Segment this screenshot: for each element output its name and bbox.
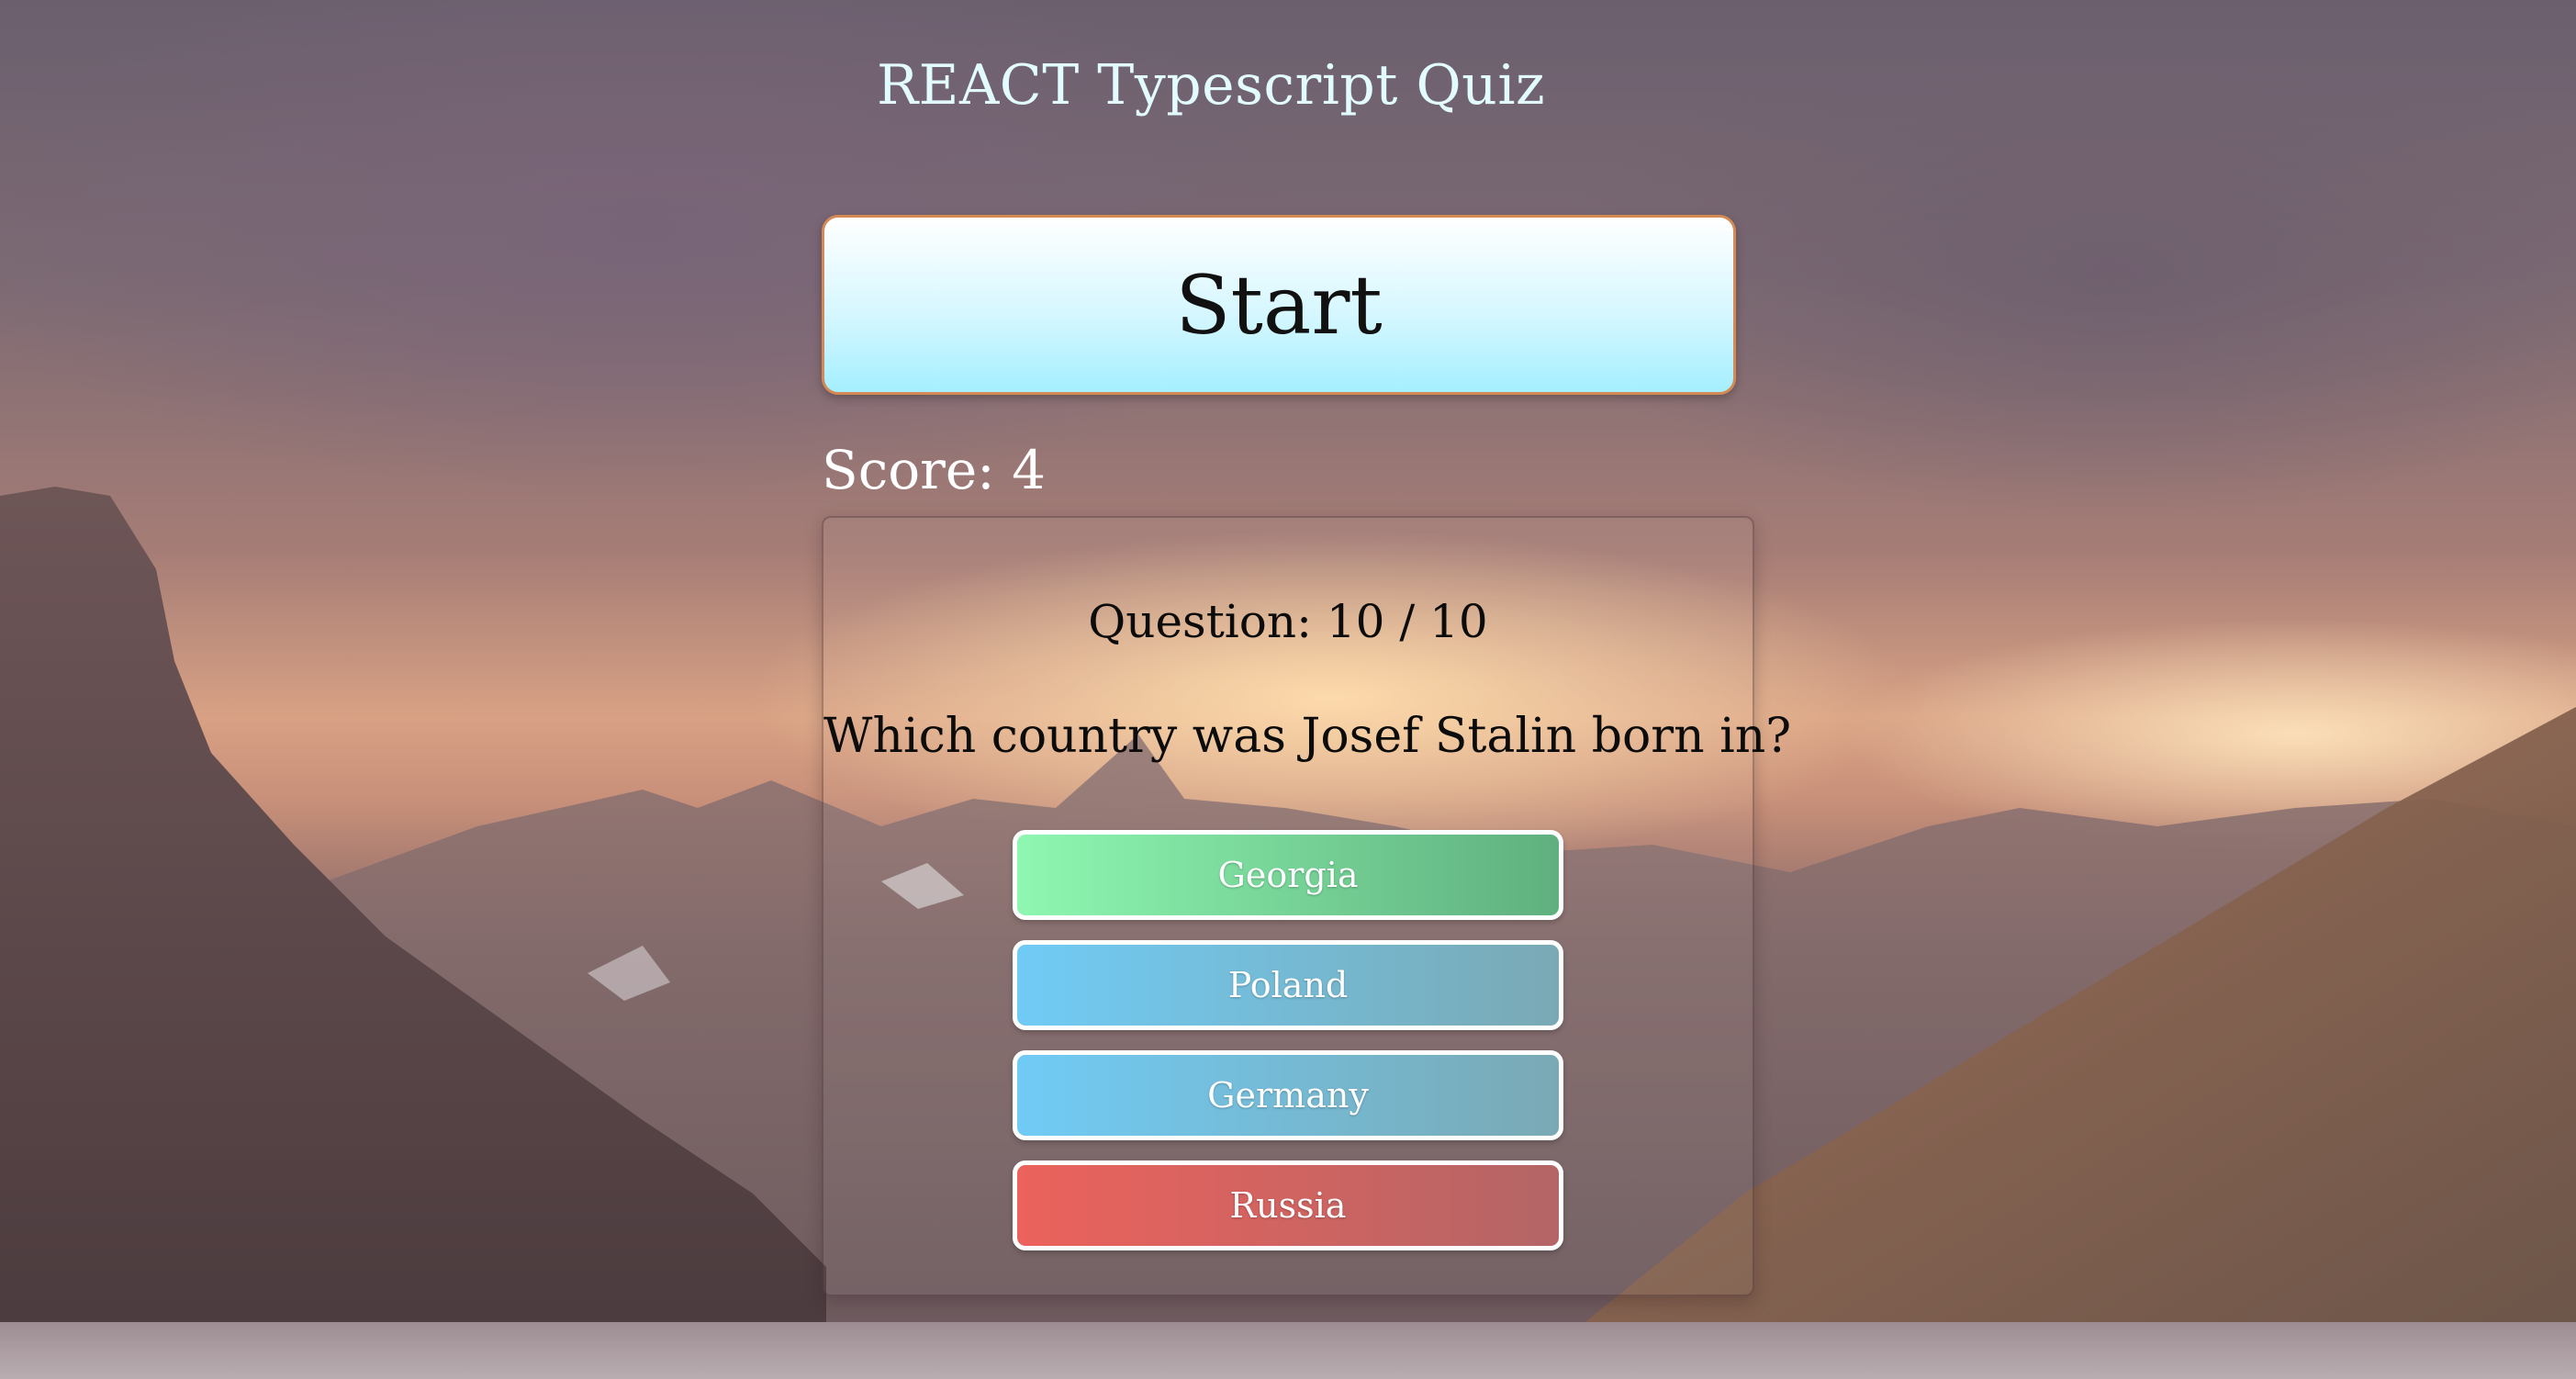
score-label: Score: 4 bbox=[822, 439, 1047, 501]
answer-button-georgia[interactable]: Georgia bbox=[1013, 830, 1563, 920]
answer-button-poland[interactable]: Poland bbox=[1013, 940, 1563, 1030]
question-number: Question: 10 / 10 bbox=[1088, 595, 1488, 648]
answer-button-germany[interactable]: Germany bbox=[1013, 1050, 1563, 1140]
start-button[interactable]: Start bbox=[822, 215, 1736, 395]
question-card: Question: 10 / 10 Which country was Jose… bbox=[822, 516, 1792, 1296]
question-text: Which country was Josef Stalin born in? bbox=[823, 709, 1792, 764]
answer-list: Georgia Poland Germany Russia bbox=[1013, 830, 1563, 1271]
answer-button-russia[interactable]: Russia bbox=[1013, 1160, 1563, 1250]
app-title: REACT Typescript Quiz bbox=[877, 53, 1546, 118]
